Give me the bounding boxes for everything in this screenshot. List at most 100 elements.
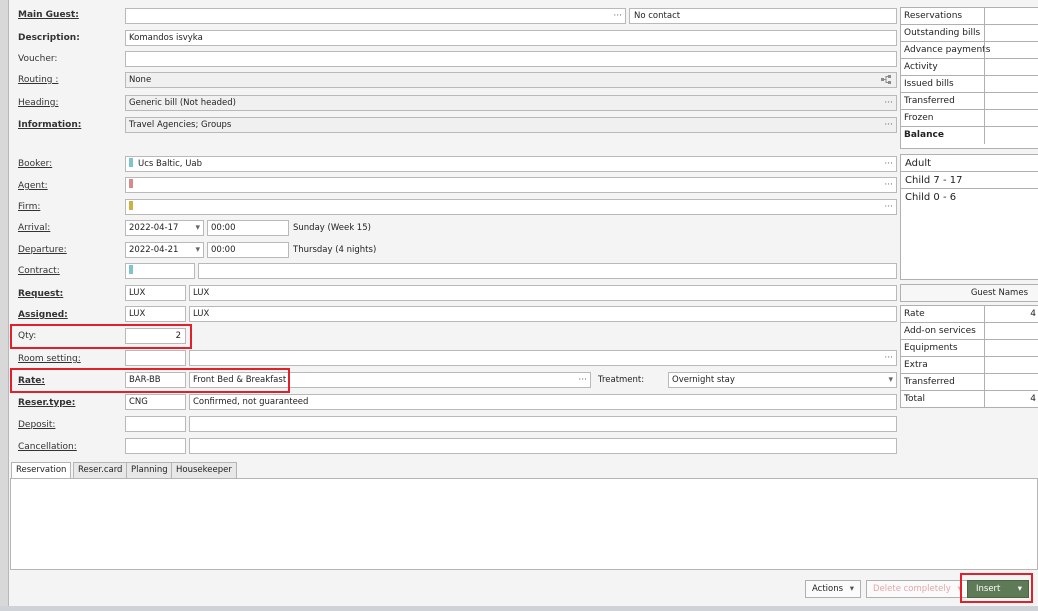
reser-type-label[interactable]: Reser.type: [18,398,75,408]
assigned-code-field[interactable]: LUX [125,306,186,322]
firm-field[interactable]: ··· [125,199,897,215]
arrival-date-value: 2022-04-17 [129,223,179,233]
room-setting-code-field[interactable] [125,350,186,366]
guest-row[interactable]: Child 0 - 6 [901,189,1038,206]
booker-field[interactable]: Ucs Baltic, Uab ··· [125,156,897,172]
booker-label[interactable]: Booker: [18,159,52,169]
departure-time-value: 00:00 [211,245,236,255]
cancellation-code-field[interactable] [125,438,186,454]
reser-type-name-field[interactable]: Confirmed, not guaranteed [189,394,897,410]
totals-row: Transferred [901,374,1038,391]
main-guest-contact-field[interactable]: No contact [629,8,897,24]
cancellation-label[interactable]: Cancellation: [18,442,77,452]
summary-row-balance: Balance [901,127,1038,144]
rate-highlight-box [10,368,290,393]
summary-label: Transferred [904,96,955,106]
information-label[interactable]: Information: [18,120,81,130]
arrival-day-text: Sunday (Week 15) [293,223,371,233]
tab-housekeeper[interactable]: Housekeeper [171,462,237,479]
routing-tree-icon[interactable] [881,75,892,87]
arrival-label[interactable]: Arrival: [18,223,50,233]
ellipsis-icon[interactable]: ··· [884,118,893,132]
summary-table: Reservations Outstanding bills Advance p… [900,7,1038,149]
ellipsis-icon[interactable]: ··· [613,9,622,23]
summary-label: Advance payments [904,45,991,55]
description-field[interactable]: Komandos isvyka [125,30,897,46]
reser-type-name-value: Confirmed, not guaranteed [193,397,309,407]
actions-button[interactable]: Actions ▾ [805,580,862,598]
request-name-value: LUX [193,288,210,298]
summary-row: Frozen [901,110,1038,127]
routing-field[interactable]: None [125,72,897,88]
information-field[interactable]: Travel Agencies; Groups ··· [125,117,897,133]
request-code-field[interactable]: LUX [125,285,186,301]
request-name-field[interactable]: LUX [189,285,897,301]
qty-highlight-box [10,324,192,349]
summary-label: Frozen [904,113,934,123]
summary-label: Balance [904,130,944,140]
reser-type-code-field[interactable]: CNG [125,394,186,410]
ellipsis-icon[interactable]: ··· [884,351,893,365]
guest-row[interactable]: Child 7 - 17 [901,172,1038,189]
agent-field[interactable]: ··· [125,177,897,193]
insert-highlight-box [960,573,1033,603]
totals-label: Total [904,394,926,404]
contact-value: No contact [634,11,681,21]
departure-time-field[interactable]: 00:00 [207,242,289,258]
chevron-down-icon[interactable]: ▾ [888,373,893,387]
request-label[interactable]: Request: [18,289,63,299]
summary-label: Issued bills [904,79,954,89]
deposit-label[interactable]: Deposit: [18,420,55,430]
booker-value: Ucs Baltic, Uab [138,159,203,169]
guest-label: Adult [905,158,932,169]
totals-value: 4 [1030,394,1036,404]
description-label: Description: [18,33,80,43]
summary-label: Reservations [904,11,963,21]
routing-value: None [129,75,152,85]
ellipsis-icon[interactable]: ··· [884,178,893,192]
tab-reser-card[interactable]: Reser.card [73,462,128,479]
ellipsis-icon[interactable]: ··· [884,200,893,214]
heading-field[interactable]: Generic bill (Not headed) ··· [125,95,897,111]
tab-planning[interactable]: Planning [126,462,173,479]
voucher-field[interactable] [125,51,897,67]
chevron-down-icon[interactable]: ▾ [195,243,200,257]
firm-label[interactable]: Firm: [18,202,40,212]
chevron-down-icon[interactable]: ▾ [195,221,200,235]
deposit-name-field[interactable] [189,416,897,432]
arrival-time-field[interactable]: 00:00 [207,220,289,236]
delete-completely-button[interactable]: Delete completely ▾ [866,580,969,598]
ellipsis-icon[interactable]: ··· [578,373,587,387]
treatment-label: Treatment: [598,375,645,385]
request-code-value: LUX [129,288,146,298]
contract-code-field[interactable] [125,263,195,279]
contract-label[interactable]: Contract: [18,266,60,276]
assigned-name-field[interactable]: LUX [189,306,897,322]
heading-label[interactable]: Heading: [18,98,58,108]
main-guest-field[interactable]: ··· [125,8,626,24]
guest-row[interactable]: Adult [901,155,1038,172]
room-setting-label[interactable]: Room setting: [18,354,81,364]
summary-row: Reservations [901,8,1038,25]
deposit-code-field[interactable] [125,416,186,432]
treatment-value: Overnight stay [672,375,735,385]
tab-reservation[interactable]: Reservation [11,462,72,479]
guest-label: Child 7 - 17 [905,175,963,186]
treatment-select[interactable]: Overnight stay ▾ [668,372,897,388]
room-setting-name-field[interactable]: ··· [189,350,897,366]
ellipsis-icon[interactable]: ··· [884,157,893,171]
agent-label[interactable]: Agent: [18,181,48,191]
departure-date-field[interactable]: 2022-04-21 ▾ [125,242,204,258]
booker-color-swatch [129,158,133,167]
guest-names-button[interactable]: Guest Names [900,284,1038,302]
summary-label: Outstanding bills [904,28,981,38]
cancellation-name-field[interactable] [189,438,897,454]
arrival-date-field[interactable]: 2022-04-17 ▾ [125,220,204,236]
departure-label[interactable]: Departure: [18,245,67,255]
totals-value: 4 [1030,309,1036,319]
routing-label[interactable]: Routing : [18,75,58,85]
main-guest-label: Main Guest: [18,10,79,20]
ellipsis-icon[interactable]: ··· [884,96,893,110]
assigned-label[interactable]: Assigned: [18,310,68,320]
contract-name-field[interactable] [198,263,897,279]
